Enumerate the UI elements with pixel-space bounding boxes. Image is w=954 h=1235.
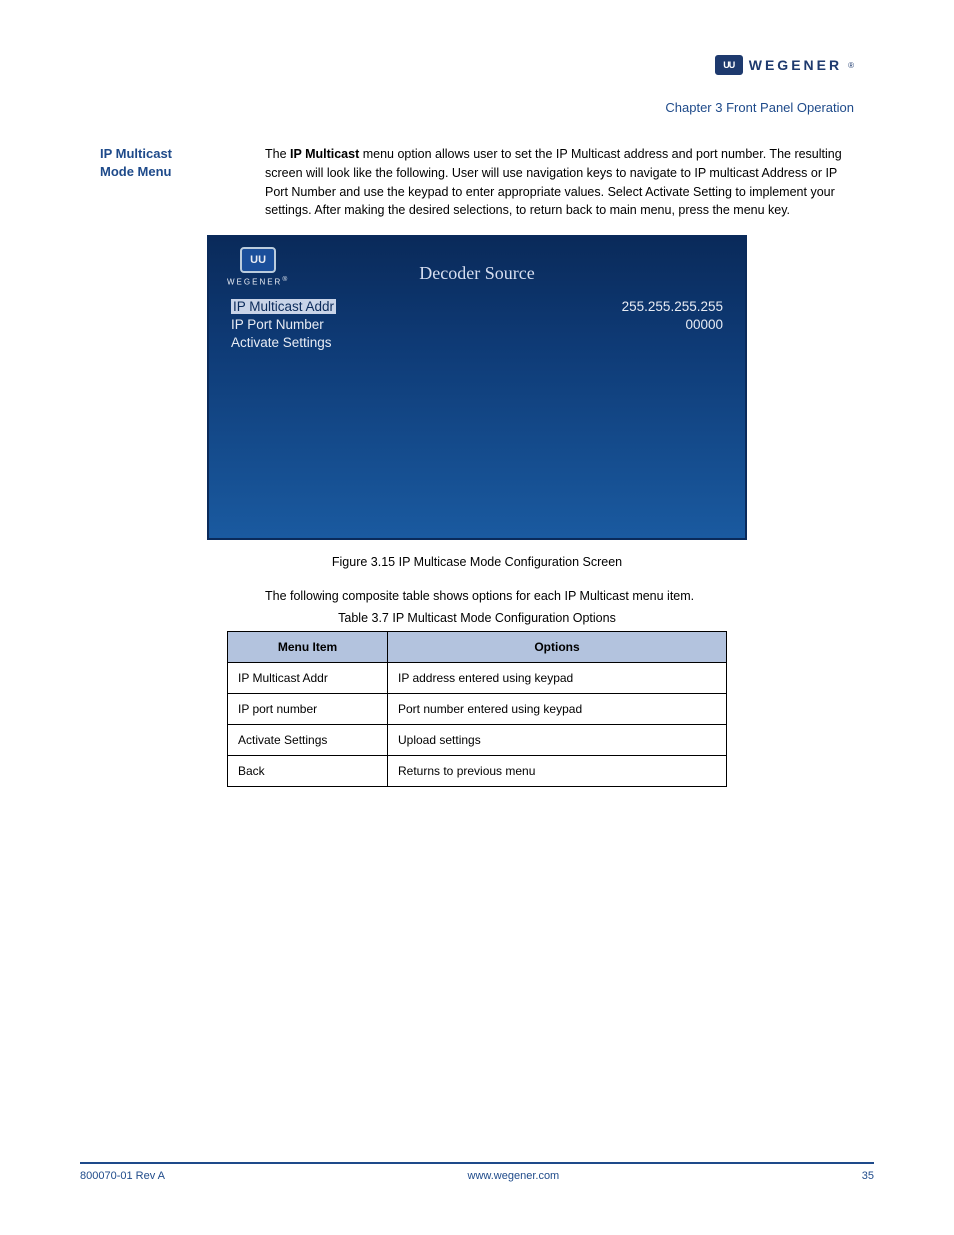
row-value: 00000	[685, 317, 723, 332]
table-row: Back Returns to previous menu	[228, 756, 727, 787]
registered-mark: ®	[848, 61, 854, 70]
panel-row-ip-port[interactable]: IP Port Number 00000	[231, 317, 723, 332]
figure-caption: Figure 3.15 IP Multicase Mode Configurat…	[100, 555, 854, 569]
brand-logo-header: UU WEGENER ®	[715, 55, 854, 75]
panel-row-activate[interactable]: Activate Settings	[231, 335, 723, 350]
body-prefix: The	[265, 147, 290, 161]
col-menu-item: Menu Item	[228, 632, 388, 663]
decoder-source-panel: UU WEGENER® Decoder Source IP Multicast …	[207, 235, 747, 540]
table-intro: The following composite table shows opti…	[265, 589, 854, 603]
footer-docnum: 800070-01 Rev A	[80, 1170, 165, 1182]
logo-badge-icon: UU	[715, 55, 743, 75]
page-footer: 800070-01 Rev A www.wegener.com 35	[80, 1170, 874, 1182]
row-label: IP Multicast Addr	[231, 299, 336, 314]
footer-url: www.wegener.com	[468, 1170, 560, 1182]
table-row: IP port number Port number entered using…	[228, 694, 727, 725]
table-row: Activate Settings Upload settings	[228, 725, 727, 756]
footer-divider	[80, 1162, 874, 1164]
panel-title: Decoder Source	[209, 263, 745, 284]
row-label: Activate Settings	[231, 335, 332, 350]
section-label-line1: IP Multicast	[100, 146, 172, 161]
panel-row-ip-multicast[interactable]: IP Multicast Addr 255.255.255.255	[231, 299, 723, 314]
cell-options: IP address entered using keypad	[388, 663, 727, 694]
row-label: IP Port Number	[231, 317, 324, 332]
table-row: IP Multicast Addr IP address entered usi…	[228, 663, 727, 694]
cell-options: Upload settings	[388, 725, 727, 756]
section-row: IP Multicast Mode Menu The IP Multicast …	[100, 145, 854, 220]
table-header-row: Menu Item Options	[228, 632, 727, 663]
body-strong: IP Multicast	[290, 147, 359, 161]
cell-menu-item: Back	[228, 756, 388, 787]
panel-rows: IP Multicast Addr 255.255.255.255 IP Por…	[231, 299, 723, 353]
table-caption: Table 3.7 IP Multicast Mode Configuratio…	[100, 611, 854, 625]
cell-options: Port number entered using keypad	[388, 694, 727, 725]
footer-pagenum: 35	[862, 1170, 874, 1182]
section-body: The IP Multicast menu option allows user…	[265, 145, 854, 220]
cell-options: Returns to previous menu	[388, 756, 727, 787]
chapter-heading: Chapter 3 Front Panel Operation	[100, 100, 854, 115]
col-options: Options	[388, 632, 727, 663]
brand-name: WEGENER	[749, 57, 842, 73]
cell-menu-item: Activate Settings	[228, 725, 388, 756]
options-table: Menu Item Options IP Multicast Addr IP a…	[227, 631, 727, 787]
cell-menu-item: IP Multicast Addr	[228, 663, 388, 694]
section-label-line2: Mode Menu	[100, 164, 172, 179]
row-value: 255.255.255.255	[622, 299, 723, 314]
section-side-label: IP Multicast Mode Menu	[100, 145, 265, 220]
page-content: Chapter 3 Front Panel Operation IP Multi…	[100, 100, 854, 787]
cell-menu-item: IP port number	[228, 694, 388, 725]
